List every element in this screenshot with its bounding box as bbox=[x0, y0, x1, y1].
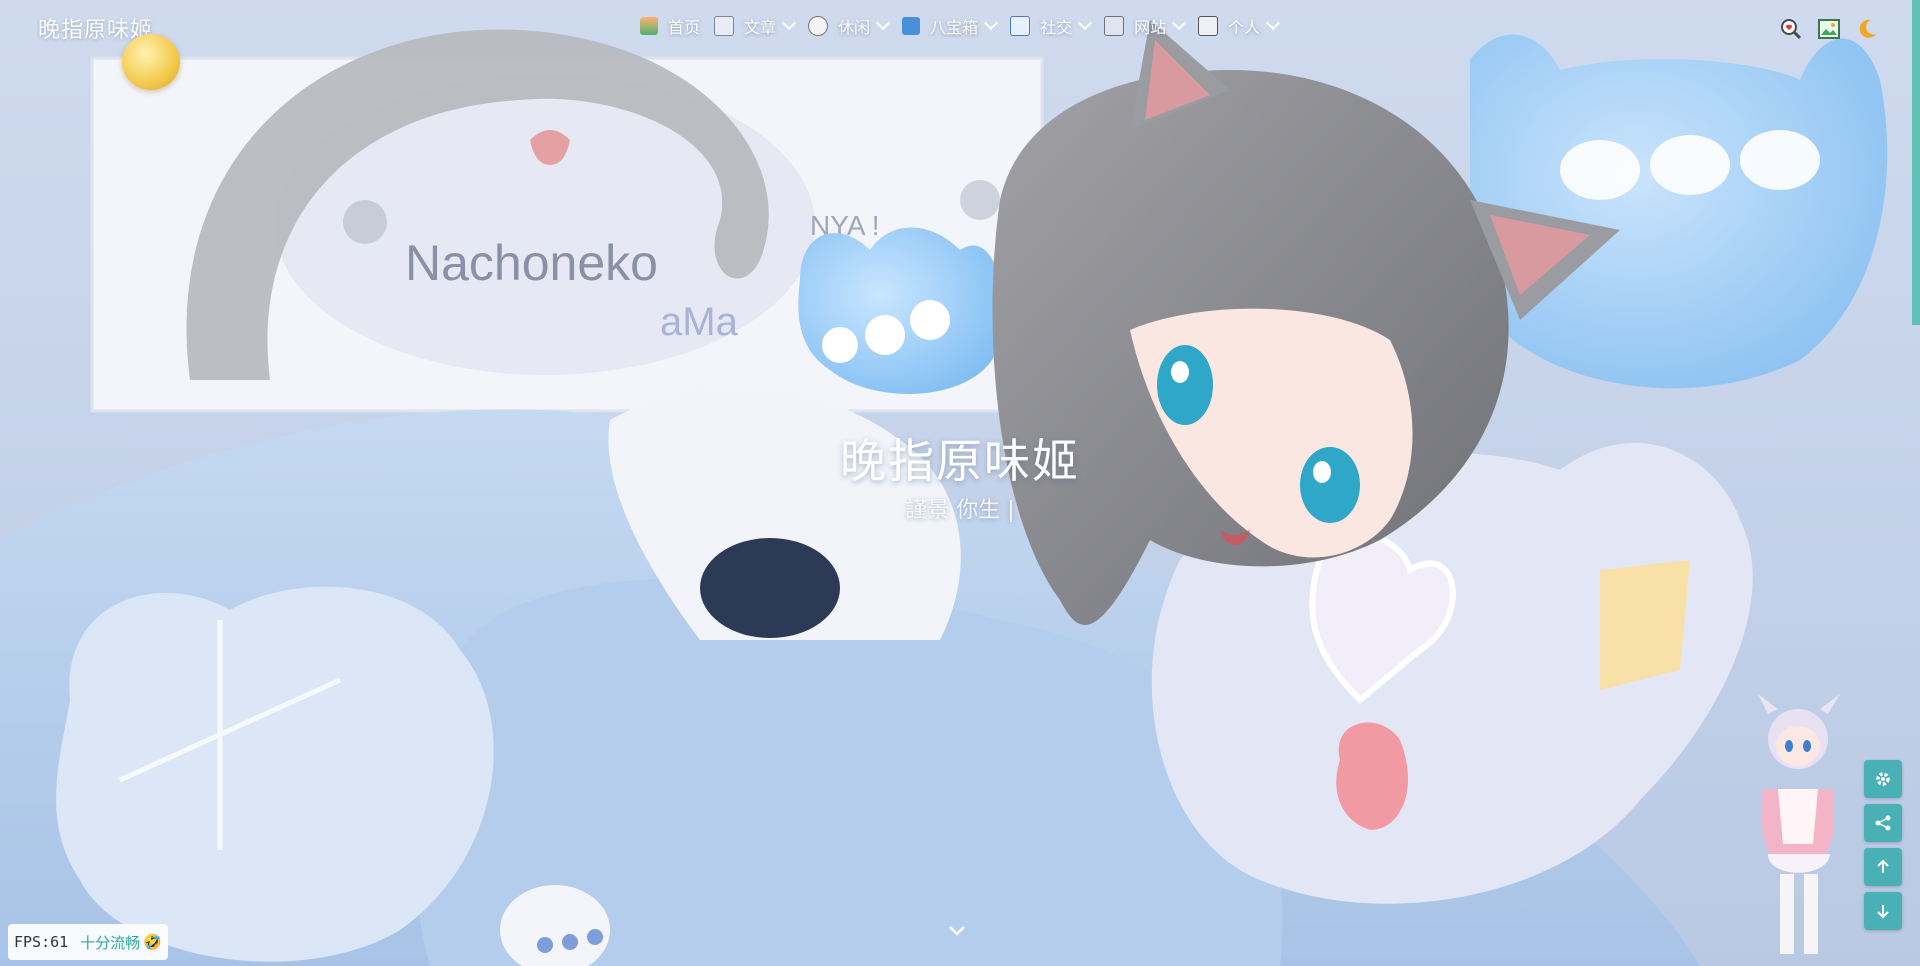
chevron-down-icon bbox=[1172, 15, 1187, 31]
home-icon bbox=[640, 17, 658, 35]
floating-side-buttons bbox=[1864, 760, 1902, 930]
settings-button[interactable] bbox=[1864, 760, 1902, 798]
chat-icon bbox=[1010, 16, 1031, 36]
svg-text:Nachoneko: Nachoneko bbox=[405, 235, 658, 291]
scroll-to-bottom-button[interactable] bbox=[1864, 892, 1902, 930]
box-icon bbox=[902, 17, 921, 35]
svg-text:aMa: aMa bbox=[660, 300, 739, 344]
book-icon bbox=[714, 16, 735, 36]
nav-item-social[interactable]: 社交 bbox=[1010, 14, 1093, 38]
chevron-down-icon bbox=[1078, 15, 1093, 31]
laughing-emoji-icon: 🤣 bbox=[143, 933, 162, 951]
image-icon bbox=[1818, 19, 1840, 39]
arrow-down-icon bbox=[1877, 905, 1889, 919]
moon-icon bbox=[1859, 19, 1876, 38]
share-button[interactable] bbox=[1864, 804, 1902, 842]
cat-face-icon bbox=[808, 16, 829, 36]
fps-value: FPS:61 bbox=[14, 933, 69, 951]
website-icon bbox=[1104, 16, 1125, 36]
nav-item-leisure[interactable]: 休闲 bbox=[808, 14, 891, 38]
nav-item-label: 个人 bbox=[1228, 18, 1261, 37]
document-icon bbox=[1198, 16, 1219, 36]
nav-item-label: 社交 bbox=[1040, 18, 1073, 37]
main-nav-menu: 首页 文章 休闲 八宝箱 社交 网站 个人 bbox=[640, 14, 1292, 38]
chevron-down-icon bbox=[983, 15, 999, 31]
nav-item-treasure-box[interactable]: 八宝箱 bbox=[902, 14, 999, 38]
hero-title: 晚指原味姬 bbox=[840, 434, 1080, 488]
chevron-down-icon bbox=[1266, 15, 1281, 31]
hero-subtitle: 謹景 你生 | bbox=[905, 498, 1015, 523]
nav-item-websites[interactable]: 网站 bbox=[1104, 14, 1187, 38]
mascot-character[interactable] bbox=[1738, 694, 1860, 966]
site-logo-badge[interactable] bbox=[122, 34, 180, 90]
nav-item-label: 休闲 bbox=[838, 18, 871, 37]
nav-item-home[interactable]: 首页 bbox=[640, 14, 700, 38]
nav-item-label: 八宝箱 bbox=[930, 18, 979, 37]
nav-item-label: 文章 bbox=[744, 18, 777, 37]
chevron-down-icon bbox=[781, 15, 797, 31]
chevron-down-icon bbox=[875, 15, 891, 31]
top-navbar: 晚指原味姬 首页 文章 休闲 八宝箱 社交 网站 个人 bbox=[0, 0, 1920, 90]
header-tools bbox=[1780, 18, 1878, 40]
scroll-to-top-button[interactable] bbox=[1864, 848, 1902, 886]
theme-toggle-button[interactable] bbox=[1856, 18, 1878, 40]
share-icon bbox=[1875, 815, 1891, 831]
wallpaper-button[interactable] bbox=[1818, 18, 1840, 40]
fps-indicator: FPS:61 十分流畅 🤣 bbox=[8, 924, 168, 960]
fps-status: 十分流畅 bbox=[80, 933, 141, 952]
nav-item-articles[interactable]: 文章 bbox=[714, 14, 797, 38]
gear-icon bbox=[1876, 772, 1890, 786]
search-button[interactable] bbox=[1780, 18, 1802, 40]
nav-item-personal[interactable]: 个人 bbox=[1198, 14, 1281, 38]
nav-item-label: 网站 bbox=[1134, 18, 1167, 37]
search-heart-icon bbox=[1781, 19, 1802, 40]
nav-item-label: 首页 bbox=[668, 18, 701, 37]
arrow-up-icon bbox=[1877, 859, 1889, 873]
scroll-down-chevron-icon[interactable] bbox=[948, 922, 966, 940]
